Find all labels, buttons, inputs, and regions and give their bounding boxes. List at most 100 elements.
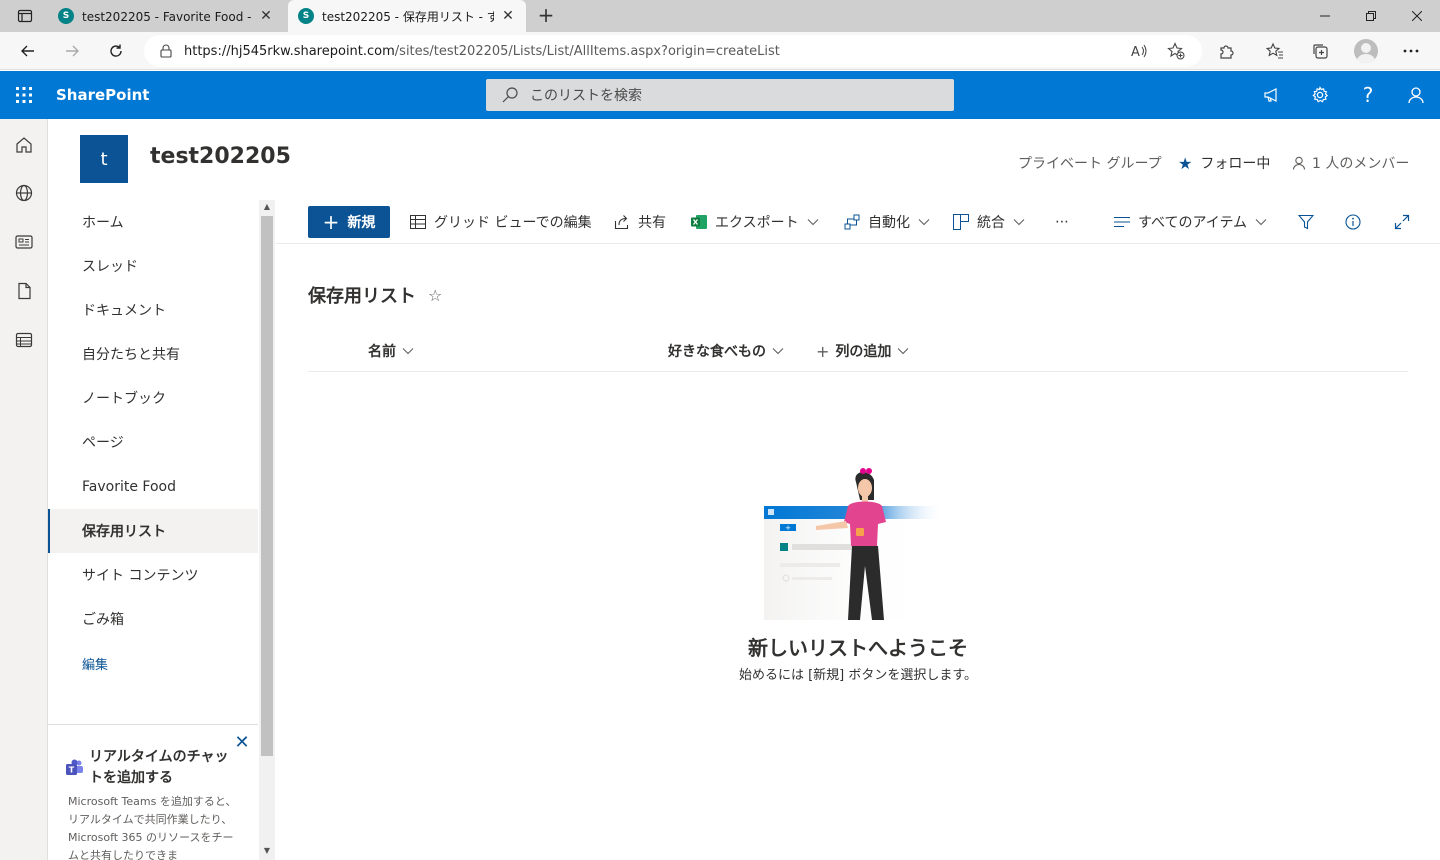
automate-button[interactable]: 自動化 — [844, 206, 930, 238]
command-bar: + 新規 グリッド ビューでの編集 共有 エクスポート 自動化 統合 ⋯ すべて… — [276, 200, 1440, 244]
column-name[interactable]: 名前 — [368, 330, 414, 372]
add-column-button[interactable]: + 列の追加 — [816, 330, 909, 372]
view-selector[interactable]: すべてのアイテム — [1114, 206, 1267, 238]
scroll-down-icon[interactable]: ▼ — [259, 844, 275, 858]
site-header: t test202205 プライベート グループ ★ フォロー中 1 人のメンバ… — [48, 119, 1440, 199]
members-button[interactable]: 1 人のメンバー — [1292, 153, 1409, 173]
export-button[interactable]: エクスポート — [691, 206, 819, 238]
forward-icon[interactable] — [59, 38, 85, 64]
plus-icon: + — [816, 341, 830, 361]
favorites-icon[interactable] — [1262, 38, 1288, 64]
share-icon — [614, 214, 630, 230]
globe-icon[interactable] — [0, 169, 48, 217]
teams-icon: T — [66, 759, 84, 781]
tab-title: test202205 - Favorite Food - すべ — [82, 9, 252, 24]
help-icon[interactable]: ? — [1344, 71, 1392, 119]
nav-item-documents[interactable]: ドキュメント — [48, 288, 258, 332]
megaphone-icon[interactable] — [1248, 71, 1296, 119]
document-icon[interactable] — [0, 267, 48, 315]
filter-icon[interactable] — [1290, 206, 1322, 238]
integrate-label: 統合 — [977, 215, 1005, 231]
gear-icon[interactable] — [1296, 71, 1344, 119]
read-aloud-icon[interactable]: A — [1127, 38, 1153, 64]
restore-button[interactable] — [1348, 0, 1394, 32]
search-box[interactable]: このリストを検索 — [486, 79, 954, 111]
browser-tab-favorite-food[interactable]: S test202205 - Favorite Food - すべ ✕ — [48, 0, 284, 32]
svg-text:A: A — [1131, 45, 1140, 59]
nav-scrollbar[interactable]: ▲ ▼ — [259, 200, 275, 860]
extensions-icon[interactable] — [1214, 38, 1240, 64]
scrollbar-thumb[interactable] — [261, 216, 273, 756]
profile-avatar[interactable] — [1354, 39, 1378, 63]
app-launcher-icon[interactable] — [0, 71, 48, 119]
browser-toolbar: https://hj545rkw.sharepoint.com/sites/te… — [0, 32, 1440, 70]
search-icon — [502, 87, 518, 103]
url-host: https://hj545rkw.sharepoint.com — [184, 43, 395, 59]
minimize-button[interactable] — [1302, 0, 1348, 32]
sharepoint-favicon-icon: S — [298, 8, 314, 24]
new-tab-button[interactable]: + — [534, 4, 558, 28]
star-filled-icon: ★ — [1178, 153, 1193, 173]
chevron-down-icon — [402, 347, 414, 355]
close-window-button[interactable] — [1394, 0, 1440, 32]
follow-button[interactable]: ★ フォロー中 — [1178, 153, 1270, 173]
home-icon[interactable] — [0, 121, 48, 169]
members-label: 1 人のメンバー — [1312, 156, 1410, 172]
refresh-icon[interactable] — [103, 38, 129, 64]
grid-edit-button[interactable]: グリッド ビューでの編集 — [410, 206, 592, 238]
nav-item-favorite-food[interactable]: Favorite Food — [48, 465, 258, 509]
star-outline-icon[interactable]: ☆ — [428, 286, 442, 305]
add-favorite-icon[interactable] — [1163, 38, 1189, 64]
address-bar[interactable]: https://hj545rkw.sharepoint.com/sites/te… — [144, 35, 1202, 67]
sharepoint-favicon-icon: S — [58, 8, 74, 24]
nav-item-threads[interactable]: スレッド — [48, 244, 258, 288]
grid-icon — [410, 214, 426, 230]
list-column-header: 名前 好きな食べもの + 列の追加 — [308, 330, 1408, 372]
nav-item-saved-list[interactable]: 保存用リスト — [48, 509, 258, 553]
nav-item-site-contents[interactable]: サイト コンテンツ — [48, 553, 258, 597]
new-button[interactable]: + 新規 — [308, 206, 390, 238]
back-icon[interactable] — [15, 38, 41, 64]
close-tab-icon[interactable]: ✕ — [500, 8, 516, 24]
collections-icon[interactable] — [1307, 38, 1333, 64]
share-button[interactable]: 共有 — [614, 206, 666, 238]
column-favorite-food[interactable]: 好きな食べもの — [668, 330, 784, 372]
nav-edit-link[interactable]: 編集 — [48, 641, 258, 685]
excel-icon — [691, 214, 707, 230]
news-icon[interactable] — [0, 218, 48, 266]
more-commands-button[interactable]: ⋯ — [1046, 206, 1078, 238]
nav-item-recycle-bin[interactable]: ごみ箱 — [48, 597, 258, 641]
sharepoint-brand-link[interactable]: SharePoint — [56, 71, 149, 119]
account-icon[interactable] — [1392, 71, 1440, 119]
left-navigation: ホーム スレッド ドキュメント 自分たちと共有 ノートブック ページ Favor… — [48, 200, 258, 724]
integrate-button[interactable]: 統合 — [953, 206, 1025, 238]
settings-more-icon[interactable] — [1398, 38, 1424, 64]
site-title[interactable]: test202205 — [150, 144, 291, 169]
follow-label: フォロー中 — [1200, 156, 1271, 172]
lock-icon — [160, 44, 172, 58]
site-logo[interactable]: t — [80, 135, 128, 183]
chevron-down-icon — [897, 347, 909, 355]
close-tab-icon[interactable]: ✕ — [258, 8, 274, 24]
browser-tab-active[interactable]: S test202205 - 保存用リスト - すべて ✕ — [288, 0, 526, 32]
nav-item-notebook[interactable]: ノートブック — [48, 376, 258, 420]
nav-item-pages[interactable]: ページ — [48, 420, 258, 464]
search-placeholder: このリストを検索 — [530, 88, 642, 104]
tab-actions-icon[interactable] — [8, 4, 42, 28]
new-button-label: 新規 — [347, 215, 376, 231]
nav-item-shared-with-us[interactable]: 自分たちと共有 — [48, 332, 258, 376]
scroll-up-icon[interactable]: ▲ — [259, 200, 275, 214]
chevron-down-icon — [772, 347, 784, 355]
promo-title: リアルタイムのチャットを追加する — [89, 749, 229, 786]
tab-title: test202205 - 保存用リスト - すべて — [322, 9, 494, 24]
plus-icon: + — [322, 210, 340, 234]
expand-icon[interactable] — [1386, 206, 1418, 238]
integrate-icon — [953, 214, 969, 230]
list-title: 保存用リスト ☆ — [308, 282, 442, 308]
lists-icon[interactable] — [0, 316, 48, 364]
share-label: 共有 — [638, 215, 666, 231]
nav-item-home[interactable]: ホーム — [48, 200, 258, 244]
empty-state-title: 新しいリストへようこそ — [748, 636, 968, 660]
info-icon[interactable] — [1337, 206, 1369, 238]
svg-text:+: + — [785, 524, 791, 532]
